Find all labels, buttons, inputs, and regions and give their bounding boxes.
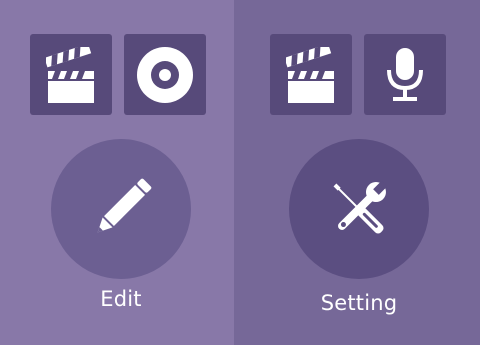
clapperboard-tile-right[interactable] [270, 34, 352, 115]
setting-label: Setting [320, 291, 398, 315]
edit-label: Edit [100, 287, 142, 311]
right-panel: Setting [234, 0, 480, 345]
clapperboard-icon [286, 46, 334, 103]
disc-tile[interactable] [124, 34, 206, 115]
pencil-icon [97, 178, 152, 233]
microphone-icon [387, 47, 423, 101]
clapperboard-icon [46, 46, 94, 103]
microphone-tile[interactable] [364, 34, 446, 115]
disc-icon [137, 46, 193, 103]
screen: Edit Setting [0, 0, 480, 345]
tools-icon [333, 180, 388, 234]
left-panel: Edit [0, 0, 234, 345]
edit-button[interactable] [51, 139, 191, 279]
setting-button[interactable] [289, 139, 429, 279]
clapperboard-tile-left[interactable] [30, 34, 112, 115]
